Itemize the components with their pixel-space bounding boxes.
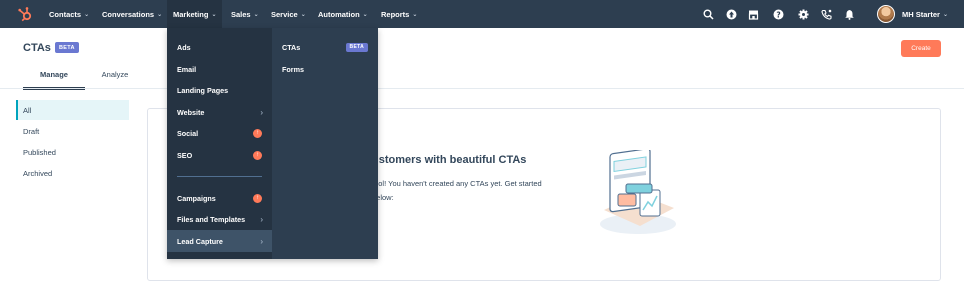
chevron-down-icon: ⌄: [253, 11, 259, 18]
menu-item-ads[interactable]: Ads: [167, 36, 272, 58]
settings-icon[interactable]: [797, 8, 809, 20]
tab-analyze[interactable]: Analyze: [92, 70, 138, 90]
filter-archived[interactable]: Archived: [16, 163, 129, 183]
menu-item-ctas[interactable]: CTAs BETA: [272, 36, 378, 58]
chevron-right-icon: ›: [260, 236, 263, 246]
menu-item-social-label: Social: [177, 128, 199, 138]
hubspot-logo-icon[interactable]: [17, 6, 33, 22]
help-icon[interactable]: ?: [772, 8, 784, 20]
menu-item-seo-label: SEO: [177, 150, 193, 160]
upgrade-icon: ↑: [253, 150, 262, 160]
filter-published[interactable]: Published: [16, 142, 129, 162]
calling-icon[interactable]: [820, 8, 832, 20]
nav-sales-label: Sales: [231, 9, 251, 19]
upgrade-icon: ↑: [253, 193, 262, 203]
chevron-down-icon: ⌄: [412, 11, 418, 18]
menu-item-landing-pages-label: Landing Pages: [177, 85, 229, 95]
beta-badge: BETA: [55, 42, 79, 53]
svg-text:?: ?: [776, 10, 780, 19]
menu-item-ads-label: Ads: [177, 42, 191, 52]
menu-item-ctas-label: CTAs: [282, 42, 301, 52]
menu-divider: [177, 176, 262, 177]
menu-item-email-label: Email: [177, 64, 197, 74]
menu-item-forms[interactable]: Forms: [272, 58, 378, 80]
chevron-right-icon: ›: [260, 214, 263, 224]
marketplace-icon[interactable]: [747, 8, 759, 20]
nav-contacts[interactable]: Contacts ⌄: [49, 0, 89, 28]
nav-marketing-label: Marketing: [173, 9, 209, 19]
nav-conversations-label: Conversations: [102, 9, 155, 19]
menu-item-campaigns-label: Campaigns: [177, 193, 216, 203]
notifications-icon[interactable]: [843, 8, 855, 20]
avatar[interactable]: [877, 5, 895, 23]
menu-item-campaigns[interactable]: Campaigns ↑: [167, 187, 272, 209]
menu-item-files-and-templates-label: Files and Templates: [177, 214, 246, 224]
upgrade-icon: ↑: [253, 128, 262, 138]
filter-all[interactable]: All: [16, 100, 129, 120]
nav-service[interactable]: Service ⌄: [271, 0, 306, 28]
create-button[interactable]: Create: [901, 40, 941, 57]
chevron-down-icon: ⌄: [942, 11, 948, 18]
nav-contacts-label: Contacts: [49, 9, 82, 19]
menu-item-social[interactable]: Social ↑: [167, 122, 272, 144]
nav-service-label: Service: [271, 9, 298, 19]
chevron-down-icon: ⌄: [300, 11, 306, 18]
nav-reports[interactable]: Reports ⌄: [381, 0, 417, 28]
chevron-down-icon: ⌄: [157, 11, 163, 18]
nav-automation-label: Automation: [318, 9, 360, 19]
filter-draft[interactable]: Draft: [16, 121, 129, 141]
account-menu[interactable]: MH Starter ⌄: [902, 0, 948, 28]
menu-item-website-label: Website: [177, 107, 205, 117]
account-name: MH Starter: [902, 9, 940, 19]
nav-conversations[interactable]: Conversations ⌄: [102, 0, 162, 28]
chevron-down-icon: ⌄: [362, 11, 368, 18]
nav-reports-label: Reports: [381, 9, 410, 19]
chevron-down-icon: ⌄: [84, 11, 90, 18]
empty-state-text: tool! You haven't created any CTAs yet. …: [372, 177, 572, 205]
menu-item-lead-capture[interactable]: Lead Capture ›: [167, 230, 272, 252]
search-icon[interactable]: [702, 8, 714, 20]
cta-illustration-icon: [600, 150, 676, 234]
beta-badge: BETA: [345, 42, 368, 52]
tab-divider: [0, 88, 964, 89]
empty-state-text-line2: below:: [372, 193, 394, 202]
empty-state-title: ustomers with beautiful CTAs: [372, 154, 527, 166]
menu-item-website[interactable]: Website ›: [167, 101, 272, 123]
nav-sales[interactable]: Sales ⌄: [231, 0, 259, 28]
upgrade-icon[interactable]: [725, 8, 737, 20]
empty-state-text-line1: tool! You haven't created any CTAs yet. …: [372, 179, 542, 188]
tab-manage[interactable]: Manage: [23, 70, 85, 90]
menu-item-seo[interactable]: SEO ↑: [167, 144, 272, 166]
nav-automation[interactable]: Automation ⌄: [318, 0, 368, 28]
menu-item-email[interactable]: Email: [167, 58, 272, 80]
chevron-down-icon: ⌄: [211, 11, 217, 18]
nav-marketing[interactable]: Marketing ⌄: [167, 0, 223, 28]
menu-item-lead-capture-label: Lead Capture: [177, 236, 223, 246]
menu-item-files-and-templates[interactable]: Files and Templates ›: [167, 208, 272, 230]
chevron-right-icon: ›: [260, 107, 263, 117]
menu-item-forms-label: Forms: [282, 64, 304, 74]
page-title: CTAs: [23, 42, 51, 54]
top-navigation-bar: Contacts ⌄ Conversations ⌄ Marketing ⌄ Sale…: [0, 0, 964, 28]
menu-item-landing-pages[interactable]: Landing Pages: [167, 79, 272, 101]
